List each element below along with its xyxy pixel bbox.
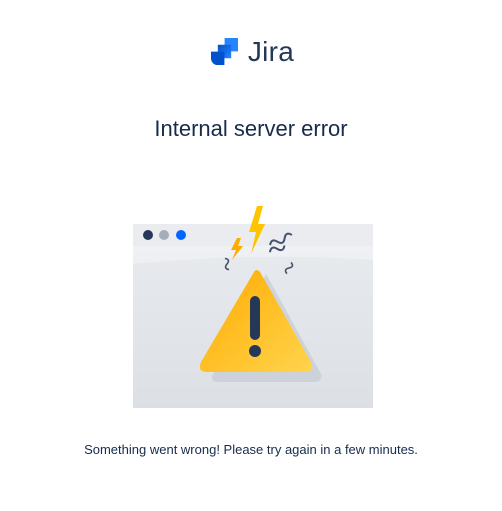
browser-dot-dark (143, 230, 153, 240)
brand-header: Jira (0, 36, 502, 68)
brand-name: Jira (247, 36, 295, 67)
jira-logo-icon (210, 38, 238, 65)
error-message: Something went wrong! Please try again i… (84, 442, 418, 457)
browser-dot-gray (159, 230, 169, 240)
server-error-illustration (133, 206, 373, 408)
page-title: Internal server error (154, 116, 348, 141)
error-page: Jira Internal server error Something wen… (0, 0, 502, 511)
browser-dot-blue (176, 230, 186, 240)
